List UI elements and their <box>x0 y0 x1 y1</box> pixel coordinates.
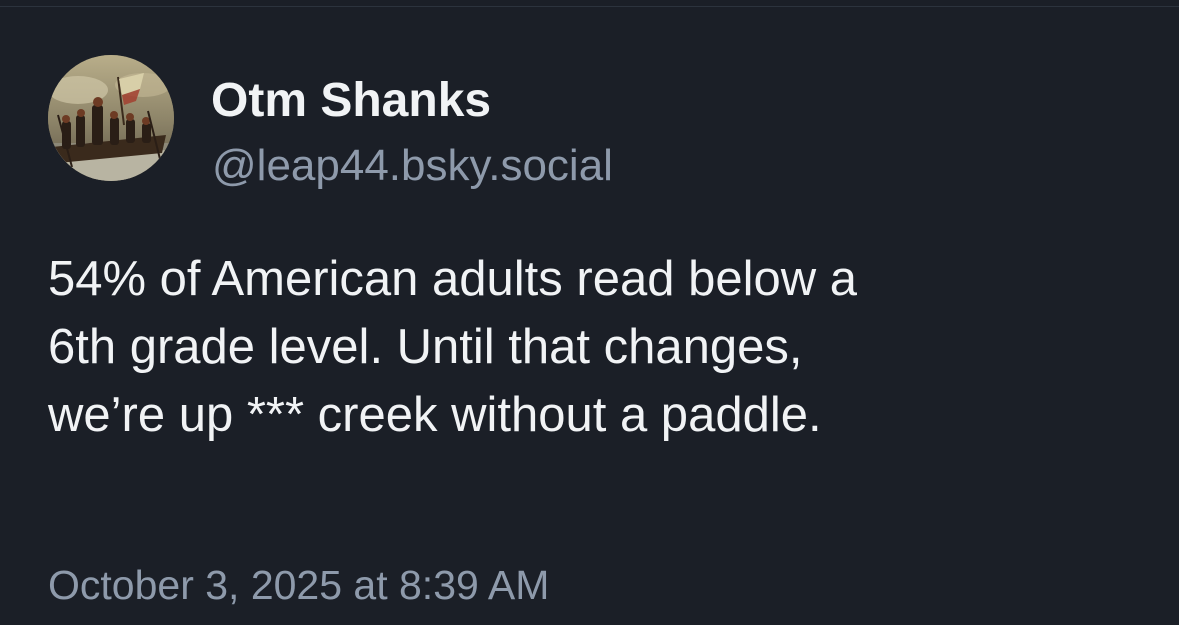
post-text-line: 6th grade level. Until that changes, <box>48 320 803 374</box>
author-handle[interactable]: @leap44.bsky.social <box>212 140 613 192</box>
post-card[interactable]: Otm Shanks @leap44.bsky.social 54% of Am… <box>0 7 1179 625</box>
author-avatar[interactable] <box>48 55 174 181</box>
post-text-line: 54% of American adults read below a <box>48 252 857 306</box>
post-text: 54% of American adults read below a 6th … <box>48 245 1158 449</box>
avatar-painting-icon <box>48 55 174 181</box>
top-divider <box>0 0 1179 7</box>
post-timestamp[interactable]: October 3, 2025 at 8:39 AM <box>48 560 549 610</box>
post-text-line: we’re up *** creek without a paddle. <box>48 388 822 442</box>
author-display-name[interactable]: Otm Shanks <box>211 73 491 129</box>
